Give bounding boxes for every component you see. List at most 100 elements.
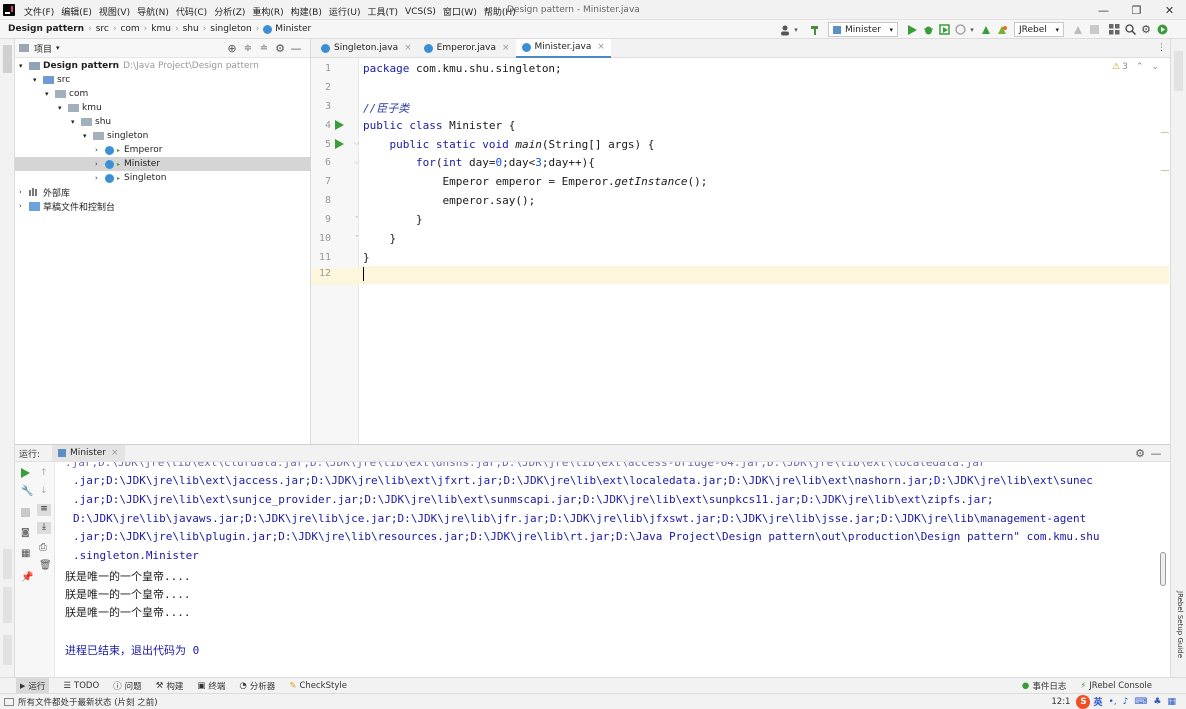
chevron-down-icon[interactable]: ⌄ — [1151, 62, 1159, 72]
tree-item-project[interactable]: ▾ Design pattern D:\Java Project\Design … — [15, 59, 311, 73]
chevron-down-icon[interactable]: ▾ — [83, 132, 93, 140]
arrow-down-icon[interactable]: ↓ — [40, 486, 48, 496]
run-gutter-icon[interactable] — [335, 139, 344, 149]
tree-item-kmu[interactable]: ▾ kmu — [15, 101, 311, 115]
tool-window-problems[interactable]: ⓘ 问题 — [113, 680, 142, 692]
menu-vcs[interactable]: VCS(S) — [405, 7, 436, 17]
menu-run[interactable]: 运行(U) — [329, 5, 361, 18]
search-icon[interactable] — [1122, 23, 1138, 37]
breadcrumb-kmu[interactable]: kmu — [151, 24, 171, 34]
favorites-tool-icon[interactable] — [3, 587, 12, 623]
structure-tool-icon[interactable] — [3, 549, 12, 579]
coverage-icon[interactable] — [936, 23, 952, 37]
menu-window[interactable]: 窗口(W) — [443, 5, 477, 18]
hide-icon[interactable]: — — [1148, 447, 1164, 460]
chevron-down-icon[interactable]: ▾ — [19, 62, 29, 70]
jrebel-run-icon[interactable] — [978, 23, 994, 37]
tree-item-singleton-class[interactable]: › ▸ Singleton — [15, 171, 311, 185]
tool-window-jrebel-console[interactable]: ⚡ JRebel Console — [1080, 681, 1152, 691]
pin-icon[interactable]: 📌 — [21, 572, 33, 583]
tool-window-todo[interactable]: ☰ TODO — [63, 681, 99, 691]
collapse-all-icon[interactable]: ≐ — [256, 43, 272, 54]
status-text[interactable]: 所有文件都处于最新状态 (片刻 之前) — [18, 696, 158, 708]
run-config-select[interactable]: Minister ▾ — [828, 22, 898, 37]
trash-icon[interactable]: 🗑 — [39, 560, 52, 571]
menu-refactor[interactable]: 重构(R) — [252, 5, 283, 18]
expand-all-icon[interactable]: ≑ — [240, 43, 256, 54]
camera-icon[interactable]: ◙ — [21, 528, 30, 538]
chevron-down-icon[interactable]: ▾ — [33, 76, 43, 84]
restore-layout-icon[interactable]: ▦ — [21, 548, 30, 559]
menu-analyze[interactable]: 分析(Z) — [214, 5, 245, 18]
breadcrumb-project[interactable]: Design pattern — [8, 24, 84, 34]
chevron-up-icon[interactable]: ⌃ — [1136, 62, 1144, 72]
menu-file[interactable]: 文件(F) — [24, 5, 54, 18]
microphone-icon[interactable]: ♪ — [1123, 697, 1129, 707]
edit-config-icon[interactable]: 🔧 — [21, 486, 33, 497]
tool-window-build[interactable]: ⚒ 构建 — [156, 680, 184, 692]
close-icon[interactable]: × — [404, 43, 412, 53]
breadcrumb-shu[interactable]: shu — [183, 24, 199, 34]
tab-singleton-java[interactable]: Singleton.java × — [315, 39, 418, 58]
project-structure-icon[interactable] — [1106, 23, 1122, 37]
jrebel-debug-icon[interactable] — [994, 23, 1010, 37]
console-scrollbar[interactable] — [1160, 552, 1166, 586]
tool-window-terminal[interactable]: ▣ 终端 — [197, 680, 225, 692]
chevron-down-icon[interactable]: ▾ — [56, 44, 60, 52]
hammer-icon[interactable] — [806, 23, 824, 37]
jrebel-select[interactable]: JRebel ▾ — [1014, 22, 1064, 37]
breadcrumb-minister[interactable]: Minister — [275, 24, 311, 34]
run-tab-minister[interactable]: Minister × — [52, 444, 125, 462]
close-icon[interactable]: × — [502, 43, 510, 53]
database-tool-icon[interactable] — [1174, 51, 1183, 91]
tool-window-event-log[interactable]: ● 事件日志 — [1022, 680, 1066, 692]
ime-language[interactable]: 英 — [1093, 695, 1102, 708]
menu-navigate[interactable]: 导航(N) — [137, 5, 169, 18]
menu-edit[interactable]: 编辑(E) — [61, 5, 92, 18]
project-panel-title[interactable]: 项目 — [34, 42, 52, 55]
restore-button[interactable]: ❐ — [1120, 0, 1153, 20]
run-console[interactable]: .jar;D:\JDK\jre\lib\ext\cldrdata.jar;D:\… — [55, 462, 1170, 677]
debug-icon[interactable] — [920, 23, 936, 37]
soft-wrap-icon[interactable]: ≡ — [37, 504, 51, 516]
attach-icon[interactable] — [1070, 23, 1086, 37]
tree-item-src[interactable]: ▾ src — [15, 73, 311, 87]
breadcrumb-singleton[interactable]: singleton — [210, 24, 251, 34]
arrow-up-icon[interactable]: ↑ — [40, 468, 48, 478]
chevron-right-icon[interactable]: › — [95, 160, 105, 168]
minimize-button[interactable]: — — [1087, 0, 1120, 20]
keyboard-icon[interactable]: ⌨ — [1134, 697, 1147, 707]
gear-icon[interactable]: ⚙ — [1132, 447, 1148, 460]
chevron-down-icon[interactable]: ▾ — [45, 90, 55, 98]
chevron-right-icon[interactable]: › — [95, 146, 105, 154]
user-icon[interactable] — [778, 23, 792, 37]
sogou-ime-icon[interactable]: S — [1076, 694, 1091, 709]
tree-item-shu[interactable]: ▾ shu — [15, 115, 311, 129]
inspection-widget[interactable]: ⚠ 3 ⌃ ⌄ — [1112, 62, 1159, 72]
chevron-right-icon[interactable]: › — [19, 188, 29, 196]
chevron-down-icon[interactable]: ▾ — [968, 26, 976, 34]
hide-icon[interactable]: — — [288, 42, 304, 55]
project-tool-icon[interactable] — [3, 45, 12, 73]
menu-view[interactable]: 视图(V) — [99, 5, 130, 18]
caret-position[interactable]: 12:1 — [1051, 697, 1070, 707]
code-editor[interactable]: package com.kmu.shu.singleton; //臣子类 pub… — [359, 58, 1169, 444]
stop-icon[interactable] — [1086, 23, 1102, 37]
menu-tools[interactable]: 工具(T) — [368, 5, 399, 18]
chevron-down-icon[interactable]: ▾ — [71, 118, 81, 126]
tree-item-scratches[interactable]: › 草稿文件和控制台 — [15, 199, 311, 213]
menu-build[interactable]: 构建(B) — [291, 5, 322, 18]
breadcrumb-com[interactable]: com — [120, 24, 139, 34]
toolbox-icon[interactable]: ▦ — [1167, 697, 1176, 707]
gear-icon[interactable]: ⚙ — [272, 42, 288, 55]
tool-window-run[interactable]: ▶ 运行 — [16, 678, 50, 693]
chevron-right-icon[interactable]: › — [95, 174, 105, 182]
tool-window-checkstyle[interactable]: ✎ CheckStyle — [289, 681, 347, 691]
chevron-down-icon[interactable]: ▾ — [58, 104, 68, 112]
close-icon[interactable]: × — [111, 448, 119, 458]
punctuation-icon[interactable]: •, — [1108, 697, 1116, 707]
tree-item-com[interactable]: ▾ com — [15, 87, 311, 101]
close-button[interactable]: ✕ — [1153, 0, 1186, 20]
chevron-down-icon[interactable]: ▾ — [792, 26, 800, 34]
tool-window-profiler[interactable]: ◔ 分析器 — [239, 680, 275, 692]
